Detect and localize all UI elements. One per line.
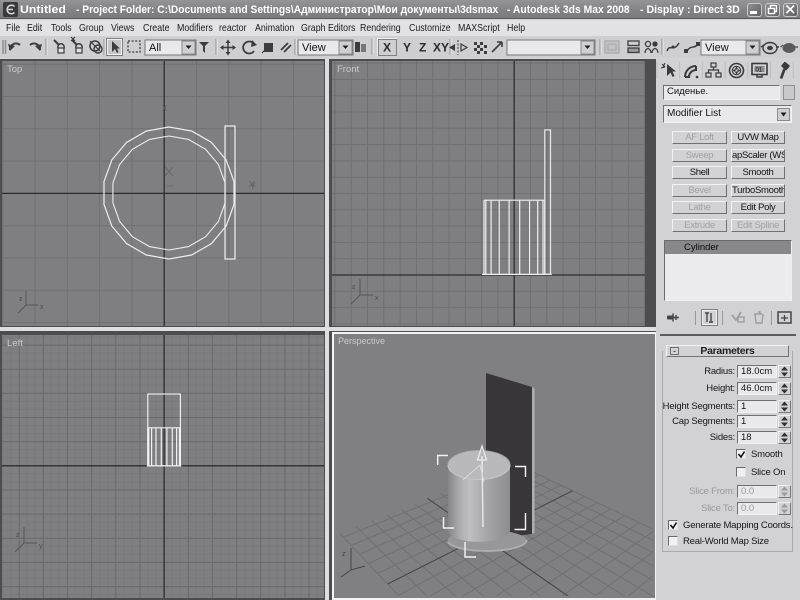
svg-text:Left: Left bbox=[7, 338, 23, 349]
svg-text:x: x bbox=[40, 304, 44, 311]
svg-text:Perspective: Perspective bbox=[338, 336, 385, 346]
svg-text:y: y bbox=[39, 543, 43, 550]
svg-text:z: z bbox=[16, 532, 20, 539]
svg-text:01: 01 bbox=[756, 68, 763, 74]
svg-text:Y: Y bbox=[250, 182, 256, 191]
svg-text:Front: Front bbox=[337, 64, 360, 75]
svg-text:z: z bbox=[352, 284, 356, 291]
svg-text:X: X bbox=[162, 104, 168, 113]
svg-text:View: View bbox=[302, 42, 326, 54]
svg-text:Top: Top bbox=[7, 64, 22, 75]
svg-text:All: All bbox=[149, 42, 161, 54]
svg-text:Z: Z bbox=[419, 41, 426, 55]
svg-text:Y: Y bbox=[403, 41, 411, 55]
svg-text:z: z bbox=[19, 296, 23, 303]
svg-text:View: View bbox=[705, 42, 729, 54]
svg-text:z: z bbox=[342, 551, 346, 558]
svg-text:x: x bbox=[375, 295, 379, 302]
svg-text:XY: XY bbox=[433, 41, 449, 55]
svg-text:X: X bbox=[383, 41, 391, 55]
